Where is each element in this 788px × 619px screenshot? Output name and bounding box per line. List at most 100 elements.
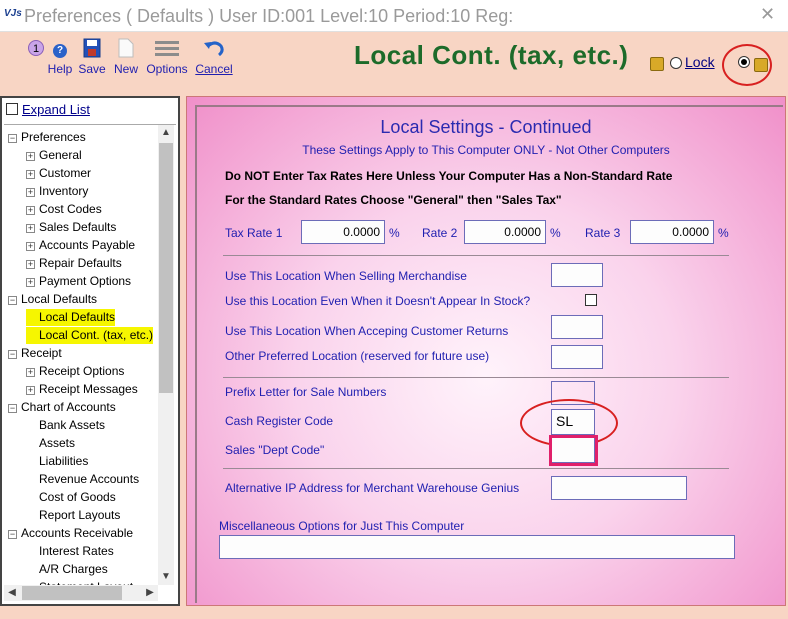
sell-location-input[interactable] xyxy=(551,263,603,287)
form-subtitle: These Settings Apply to This Computer ON… xyxy=(302,143,670,157)
collapse-icon[interactable]: − xyxy=(8,404,17,413)
even-when-checkbox[interactable] xyxy=(585,294,597,306)
tax-warning-1: Do NOT Enter Tax Rates Here Unless Your … xyxy=(225,169,673,183)
floppy-disk-icon xyxy=(83,38,101,58)
even-when-label: Use this Location Even When it Doesn't A… xyxy=(225,294,531,308)
new-button[interactable]: New xyxy=(110,32,142,78)
tree-item[interactable]: Local Cont. (tax, etc.) xyxy=(26,327,154,344)
toolbar: 1 ? Help Save New Options Cancel Local C xyxy=(0,32,788,92)
misc-options-input[interactable] xyxy=(219,535,735,559)
tree-item[interactable]: Liabilities xyxy=(26,453,88,470)
scroll-down-icon[interactable]: ▼ xyxy=(158,569,174,585)
tree-item[interactable]: + Cost Codes xyxy=(26,201,102,218)
tree-item[interactable]: Interest Rates xyxy=(26,543,114,560)
divider xyxy=(223,468,729,469)
collapse-icon[interactable]: − xyxy=(8,134,17,143)
alt-ip-input[interactable] xyxy=(551,476,687,500)
expand-icon[interactable]: + xyxy=(26,170,35,179)
tree-item[interactable]: Revenue Accounts xyxy=(26,471,139,488)
returns-location-input[interactable] xyxy=(551,315,603,339)
tree-item[interactable]: − Accounts Receivable xyxy=(8,525,133,542)
tree-item[interactable]: + Receipt Options xyxy=(26,363,124,380)
tax-rate-3-percent: % xyxy=(718,226,729,240)
tax-rate-1-percent: % xyxy=(389,226,400,240)
tree-item-label: Chart of Accounts xyxy=(21,400,116,414)
tree-item[interactable]: − Preferences xyxy=(8,129,86,146)
collapse-icon[interactable]: − xyxy=(8,296,17,305)
expand-icon[interactable]: + xyxy=(26,278,35,287)
expand-icon[interactable]: + xyxy=(26,188,35,197)
scroll-up-icon[interactable]: ▲ xyxy=(158,125,174,141)
help-button[interactable]: ? Help xyxy=(44,32,76,78)
tree-item-label: A/R Charges xyxy=(39,562,108,576)
tree-item[interactable]: Bank Assets xyxy=(26,417,105,434)
tree-item[interactable]: + Payment Options xyxy=(26,273,131,290)
tree-item[interactable]: + Inventory xyxy=(26,183,88,200)
tree-item[interactable]: + Receipt Messages xyxy=(26,381,138,398)
tree-item-label: Revenue Accounts xyxy=(39,472,140,486)
tree-item[interactable]: + Repair Defaults xyxy=(26,255,122,272)
help-label: Help xyxy=(47,62,73,76)
scrollbar-thumb[interactable] xyxy=(159,143,173,393)
preferred-location-input[interactable] xyxy=(551,345,603,369)
help-icon: ? xyxy=(53,44,67,58)
tree-item[interactable]: + Accounts Payable xyxy=(26,237,135,254)
vertical-scrollbar[interactable]: ▲ ▼ xyxy=(158,125,174,585)
expand-icon[interactable]: + xyxy=(26,260,35,269)
tree-item-label: Receipt xyxy=(21,346,62,360)
hamburger-menu-icon xyxy=(155,41,179,56)
tree-item-label: Cost Codes xyxy=(39,202,102,216)
highlight-box xyxy=(549,435,598,466)
expand-icon[interactable]: + xyxy=(26,368,35,377)
tree-item-label: Bank Assets xyxy=(39,418,106,432)
new-label: New xyxy=(113,62,138,76)
expand-icon[interactable]: + xyxy=(26,224,35,233)
expand-icon[interactable]: + xyxy=(26,242,35,251)
tree-item[interactable]: + General xyxy=(26,147,82,164)
tree-item-label: Local Cont. (tax, etc.) xyxy=(39,328,154,342)
window-title: Preferences ( Defaults ) User ID:001 Lev… xyxy=(24,6,514,26)
expand-icon[interactable]: + xyxy=(26,152,35,161)
cash-register-label: Cash Register Code xyxy=(225,414,334,428)
tree-item[interactable]: Assets xyxy=(26,435,75,452)
tree-item[interactable]: − Receipt xyxy=(8,345,62,362)
expand-icon[interactable]: + xyxy=(26,386,35,395)
tree-item[interactable]: Report Layouts xyxy=(26,507,120,524)
tree-item-label: Receipt Messages xyxy=(39,382,138,396)
tree-item[interactable]: Cost of Goods xyxy=(26,489,116,506)
tree-item[interactable]: − Local Defaults xyxy=(8,291,97,308)
expand-list-toggle[interactable]: Expand List xyxy=(6,102,90,117)
tree-item-label: Payment Options xyxy=(39,274,132,288)
lock-link[interactable]: Lock xyxy=(685,54,715,70)
tree-item-label: General xyxy=(39,148,82,162)
cancel-button[interactable]: Cancel xyxy=(192,32,236,78)
tax-rate-1-input[interactable]: 0.0000 xyxy=(301,220,385,244)
tree-item[interactable]: Local Defaults xyxy=(26,309,116,326)
lock-radio[interactable] xyxy=(670,57,682,69)
collapse-icon[interactable]: − xyxy=(8,350,17,359)
hscrollbar-thumb[interactable] xyxy=(22,586,122,600)
tree-item[interactable]: − Chart of Accounts xyxy=(8,399,116,416)
scroll-right-icon[interactable]: ▶ xyxy=(142,585,158,601)
horizontal-scrollbar[interactable]: ◀ ▶ xyxy=(4,585,158,601)
save-button[interactable]: Save xyxy=(76,32,108,78)
preferred-location-label: Other Preferred Location (reserved for f… xyxy=(225,349,490,363)
unlock-radio[interactable] xyxy=(738,56,750,68)
tax-warning-2: For the Standard Rates Choose "General" … xyxy=(225,193,562,207)
expand-icon[interactable]: + xyxy=(26,206,35,215)
expand-list-label: Expand List xyxy=(22,102,90,117)
expand-list-checkbox[interactable] xyxy=(6,103,18,115)
close-icon[interactable]: ✕ xyxy=(760,4,775,25)
tree-item[interactable]: + Customer xyxy=(26,165,91,182)
tax-rate-3-input[interactable]: 0.0000 xyxy=(630,220,714,244)
options-button[interactable]: Options xyxy=(144,32,190,78)
dept-code-label: Sales "Dept Code" xyxy=(225,443,325,457)
scroll-left-icon[interactable]: ◀ xyxy=(4,585,20,601)
cancel-label: Cancel xyxy=(195,62,233,76)
tree-item-label: Report Layouts xyxy=(39,508,121,522)
tax-rate-2-input[interactable]: 0.0000 xyxy=(464,220,546,244)
tree-item[interactable]: + Sales Defaults xyxy=(26,219,116,236)
tree-item[interactable]: A/R Charges xyxy=(26,561,108,578)
collapse-icon[interactable]: − xyxy=(8,530,17,539)
tree-item-label: Repair Defaults xyxy=(39,256,122,270)
